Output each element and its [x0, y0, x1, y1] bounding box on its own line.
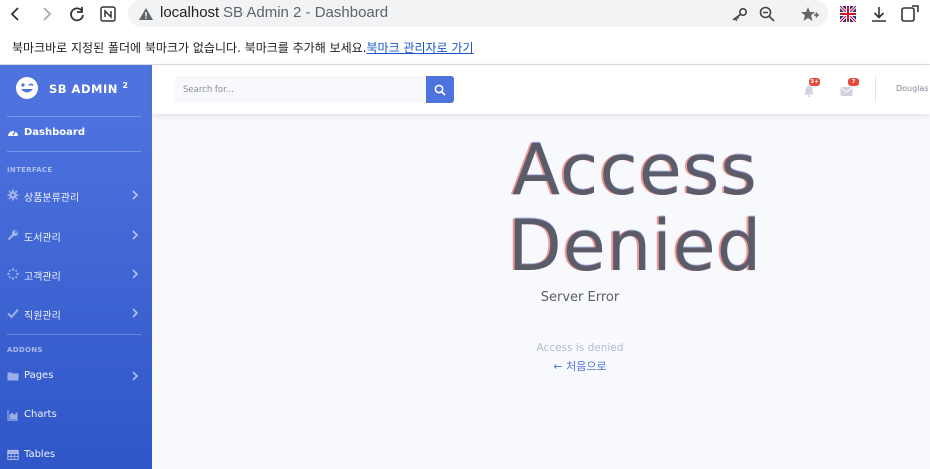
sidebar-divider: [7, 151, 141, 152]
error-heading-line2: Denied: [507, 205, 763, 287]
error-heading-line1: Access: [512, 129, 758, 211]
extension-flag-icon[interactable]: [837, 3, 859, 25]
table-icon: [7, 449, 19, 461]
forward-icon[interactable]: [36, 3, 58, 25]
tachometer-icon: [8, 130, 18, 136]
alerts-button[interactable]: 3+: [803, 78, 820, 98]
back-to-home-link[interactable]: ← 처음으로: [480, 358, 680, 374]
spinner-icon: [7, 268, 19, 280]
sidebar-item-label: Charts: [24, 409, 57, 420]
user-name[interactable]: Douglas: [896, 84, 929, 93]
search-input[interactable]: [174, 76, 426, 103]
chevron-right-icon: [132, 371, 139, 381]
sidebar-item-books[interactable]: 도서관리: [0, 221, 152, 251]
sidebar-item-tables[interactable]: Tables: [0, 441, 152, 469]
capture-icon[interactable]: [899, 3, 921, 25]
bookmark-bar: 북마크바로 지정된 폴더에 북마크가 없습니다. 북마크를 추가해 보세요.북마…: [0, 28, 930, 65]
bookmark-manager-link[interactable]: 북마크 관리자로 가기: [367, 41, 474, 55]
favorites-star-icon[interactable]: [800, 4, 820, 24]
brand-sup: 2: [122, 81, 129, 90]
reload-icon[interactable]: [66, 3, 88, 25]
sidebar-item-customers[interactable]: 고객관리: [0, 260, 152, 290]
search-button[interactable]: [426, 76, 454, 103]
address-bar[interactable]: localhost SB Admin 2 - Dashboard: [128, 0, 828, 27]
wrench-icon: [7, 230, 18, 241]
error-heading: Access Denied: [400, 132, 870, 284]
brand-name: SB ADMIN: [49, 81, 118, 96]
chevron-right-icon: [132, 269, 139, 279]
folder-icon: [7, 372, 19, 381]
chevron-right-icon: [132, 190, 139, 200]
sidebar-heading-addons: ADDONS: [7, 346, 43, 354]
chevron-right-icon: [132, 308, 139, 318]
bell-icon: [804, 86, 814, 98]
sidebar-item-label: 직원관리: [24, 311, 61, 322]
topbar: 3+ 7 Douglas: [152, 65, 930, 114]
zoom-icon[interactable]: [757, 4, 777, 24]
topbar-divider: [875, 76, 876, 102]
sidebar-item-label: 고객관리: [24, 272, 61, 283]
bookmark-message-text: 북마크바로 지정된 폴더에 북마크가 없습니다. 북마크를 추가해 보세요.: [12, 41, 367, 55]
naver-home-icon[interactable]: [97, 3, 119, 25]
back-icon[interactable]: [4, 3, 26, 25]
sidebar-heading-interface: INTERFACE: [7, 166, 53, 174]
sidebar-item-employees[interactable]: 직원관리: [0, 299, 152, 329]
brand-title: SB ADMIN 2: [49, 81, 128, 96]
address-page-title: SB Admin 2 - Dashboard: [223, 4, 389, 21]
sidebar-item-category[interactable]: 상품분류관리: [0, 181, 152, 211]
check-icon: [7, 308, 19, 319]
bookmark-empty-message: 북마크바로 지정된 폴더에 북마크가 없습니다. 북마크를 추가해 보세요.북마…: [12, 39, 474, 56]
sidebar-item-label: Dashboard: [24, 127, 85, 138]
chevron-right-icon: [132, 230, 139, 240]
alerts-badge: 3+: [809, 78, 820, 86]
download-icon[interactable]: [868, 3, 890, 25]
sidebar-item-label: Tables: [24, 449, 56, 460]
sidebar-divider: [7, 116, 141, 117]
key-icon[interactable]: [729, 4, 749, 24]
error-message: Access is denied: [536, 342, 624, 354]
sidebar-brand[interactable]: SB ADMIN 2: [0, 65, 152, 113]
search-icon: [434, 84, 446, 96]
laugh-wink-icon: [16, 77, 38, 99]
sidebar-item-label: Pages: [24, 370, 54, 381]
error-subtitle: Server Error: [540, 290, 620, 305]
browser-toolbar: localhost SB Admin 2 - Dashboard: [0, 0, 930, 28]
envelope-icon: [840, 87, 853, 96]
chart-area-icon: [7, 410, 18, 421]
sidebar-item-dashboard[interactable]: Dashboard: [0, 119, 152, 149]
sidebar-item-pages[interactable]: Pages: [0, 362, 152, 392]
messages-button[interactable]: 7: [840, 78, 859, 96]
sidebar-item-label: 도서관리: [24, 233, 61, 244]
sidebar-divider: [7, 334, 141, 335]
messages-badge: 7: [848, 78, 859, 86]
cog-icon: [7, 189, 19, 201]
sidebar: SB ADMIN 2 Dashboard INTERFACE 상품분류관리 도서…: [0, 65, 152, 469]
warning-icon[interactable]: [138, 6, 154, 22]
sidebar-item-charts[interactable]: Charts: [0, 401, 152, 431]
sidebar-item-label: 상품분류관리: [24, 193, 80, 204]
address-host: localhost: [160, 4, 220, 21]
